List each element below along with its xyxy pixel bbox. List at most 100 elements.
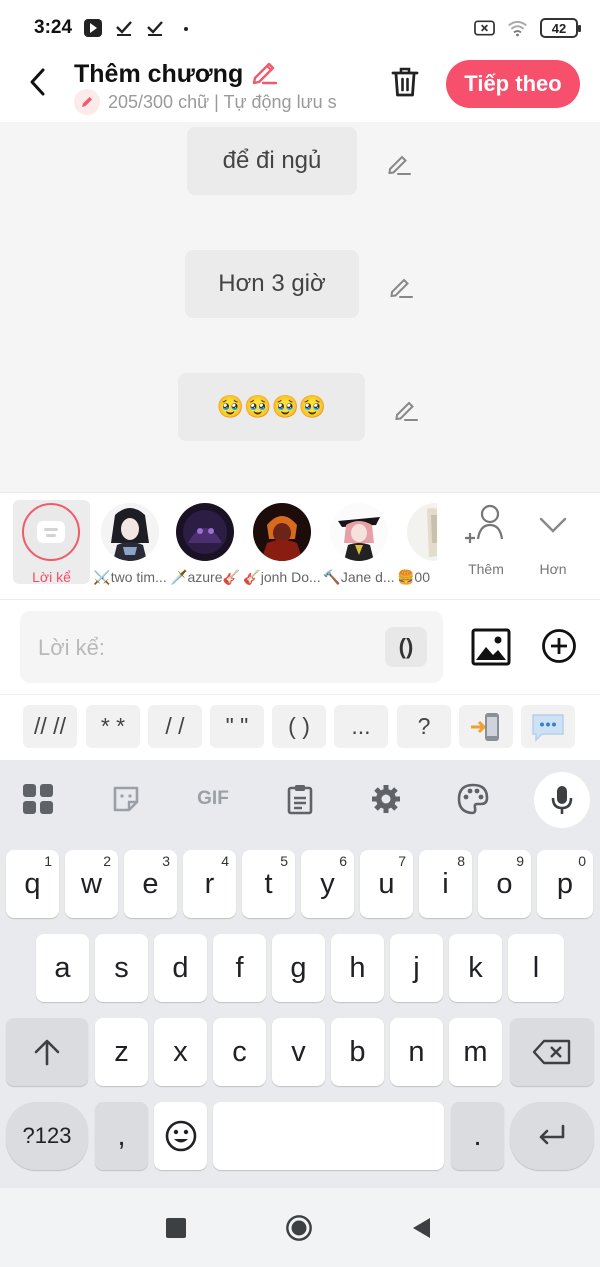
more-characters-label: Hơn [539, 561, 567, 577]
narration-input[interactable]: Lời kể: () [20, 611, 443, 683]
key-m[interactable]: m [449, 1018, 502, 1086]
quick-symbol-button[interactable]: ( ) [272, 705, 326, 748]
back-button[interactable] [22, 64, 52, 100]
word-count-status: 205/300 chữ | Tự động lưu s [74, 89, 362, 115]
chat-bubble-icon [532, 713, 564, 742]
key-f[interactable]: f [213, 934, 266, 1002]
quick-symbol-button[interactable]: * * [86, 705, 140, 748]
wifi-icon [507, 18, 528, 39]
narrator-option[interactable]: Lời kể [13, 500, 90, 585]
shift-arrow-icon [34, 1039, 60, 1066]
emoji-smile-icon [165, 1120, 196, 1152]
status-time: 3:24 [34, 17, 73, 38]
comma-key[interactable]: , [95, 1102, 148, 1170]
edit-title-icon[interactable] [249, 56, 279, 93]
key-r[interactable]: r4 [183, 850, 236, 918]
space-key[interactable] [213, 1102, 444, 1170]
quick-symbol-button[interactable]: " " [210, 705, 264, 748]
key-n[interactable]: n [390, 1018, 443, 1086]
character-item[interactable]: 🎸jonh Do... [243, 501, 321, 591]
quick-symbol-button[interactable]: / / [148, 705, 202, 748]
key-y[interactable]: y6 [301, 850, 354, 918]
gif-button[interactable]: GIF [191, 782, 235, 816]
edit-message-icon[interactable] [387, 272, 415, 300]
add-character-button[interactable]: Thêm [456, 503, 516, 583]
insert-parentheses-button[interactable]: () [385, 627, 427, 667]
key-a[interactable]: a [36, 934, 89, 1002]
keyboard: GIF q1 w2 e3 r4 t5 y6 u7 i8 o9 p0 a s d … [0, 760, 600, 1188]
next-button[interactable]: Tiếp theo [446, 60, 580, 108]
key-c[interactable]: c [213, 1018, 266, 1086]
character-name: 🎸jonh Do... [243, 569, 321, 585]
quick-symbol-bar: // // * * / / " " ( ) ... ? [0, 694, 600, 760]
key-e[interactable]: e3 [124, 850, 177, 918]
back-triangle-icon [413, 1218, 430, 1238]
key-o[interactable]: o9 [478, 850, 531, 918]
symbols-key[interactable]: ?123 [6, 1102, 88, 1170]
page-title-group: Thêm chương [74, 56, 279, 93]
quick-symbol-button[interactable]: // // [23, 705, 77, 748]
move-to-device-button[interactable] [459, 705, 513, 748]
key-z[interactable]: z [95, 1018, 148, 1086]
key-d[interactable]: d [154, 934, 207, 1002]
back-nav-button[interactable] [408, 1214, 436, 1242]
key-w[interactable]: w2 [65, 850, 118, 918]
key-l[interactable]: l [508, 934, 564, 1002]
key-j[interactable]: j [390, 934, 443, 1002]
message-bubble[interactable]: 🥹🥹🥹🥹 [178, 373, 365, 441]
message-row: 🥹🥹🥹🥹 [0, 373, 600, 443]
enter-key[interactable] [510, 1102, 594, 1170]
word-count-text: 205/300 chữ | Tự động lưu s [108, 91, 337, 112]
shift-key[interactable] [6, 1018, 88, 1086]
edit-message-icon[interactable] [385, 149, 413, 177]
keyboard-toolbar: GIF [0, 760, 600, 838]
character-item[interactable]: ⚔️two tim... [91, 501, 169, 591]
character-item[interactable]: 🗡️azure🎸 [166, 501, 244, 591]
key-u[interactable]: u7 [360, 850, 413, 918]
theme-palette-icon[interactable] [455, 782, 491, 816]
image-icon [471, 628, 511, 666]
backspace-key[interactable] [510, 1018, 594, 1086]
quick-symbol-button[interactable]: ... [334, 705, 388, 748]
settings-gear-icon[interactable] [368, 782, 404, 816]
character-name: 🔨Jane d... [323, 569, 395, 585]
key-k[interactable]: k [449, 934, 502, 1002]
add-person-icon [465, 504, 504, 543]
more-characters-button[interactable]: Hơn [523, 503, 583, 583]
delete-button[interactable] [388, 64, 422, 100]
character-item[interactable]: 🍔00 [397, 501, 437, 591]
key-i[interactable]: i8 [419, 850, 472, 918]
edit-message-icon[interactable] [392, 395, 420, 423]
message-bubble[interactable]: để đi ngủ [187, 127, 357, 195]
download-done-icon [113, 18, 134, 39]
home-circle-icon [286, 1215, 312, 1241]
backspace-icon [532, 1039, 571, 1065]
key-q[interactable]: q1 [6, 850, 59, 918]
character-name: ⚔️two tim... [93, 569, 167, 585]
quick-symbol-button[interactable]: ? [397, 705, 451, 748]
clipboard-icon[interactable] [282, 782, 318, 816]
key-b[interactable]: b [331, 1018, 384, 1086]
recent-apps-button[interactable] [162, 1214, 190, 1242]
chat-bubble-button[interactable] [521, 705, 575, 748]
voice-input-button[interactable] [534, 772, 590, 828]
key-s[interactable]: s [95, 934, 148, 1002]
sticker-icon[interactable] [108, 782, 144, 816]
key-h[interactable]: h [331, 934, 384, 1002]
key-t[interactable]: t5 [242, 850, 295, 918]
home-button[interactable] [285, 1214, 313, 1242]
key-g[interactable]: g [272, 934, 325, 1002]
page-title: Thêm chương [74, 60, 244, 88]
period-key[interactable]: . [451, 1102, 504, 1170]
key-x[interactable]: x [154, 1018, 207, 1086]
key-p[interactable]: p0 [537, 850, 593, 918]
insert-image-button[interactable] [471, 627, 511, 667]
apps-grid-icon[interactable] [20, 782, 56, 816]
square-icon [166, 1218, 186, 1238]
add-content-button[interactable] [541, 628, 577, 664]
message-bubble[interactable]: Hơn 3 giờ [185, 250, 359, 318]
emoji-key[interactable] [154, 1102, 207, 1170]
battery-icon: 42 [540, 18, 581, 38]
key-v[interactable]: v [272, 1018, 325, 1086]
character-item[interactable]: 🔨Jane d... [320, 501, 398, 591]
